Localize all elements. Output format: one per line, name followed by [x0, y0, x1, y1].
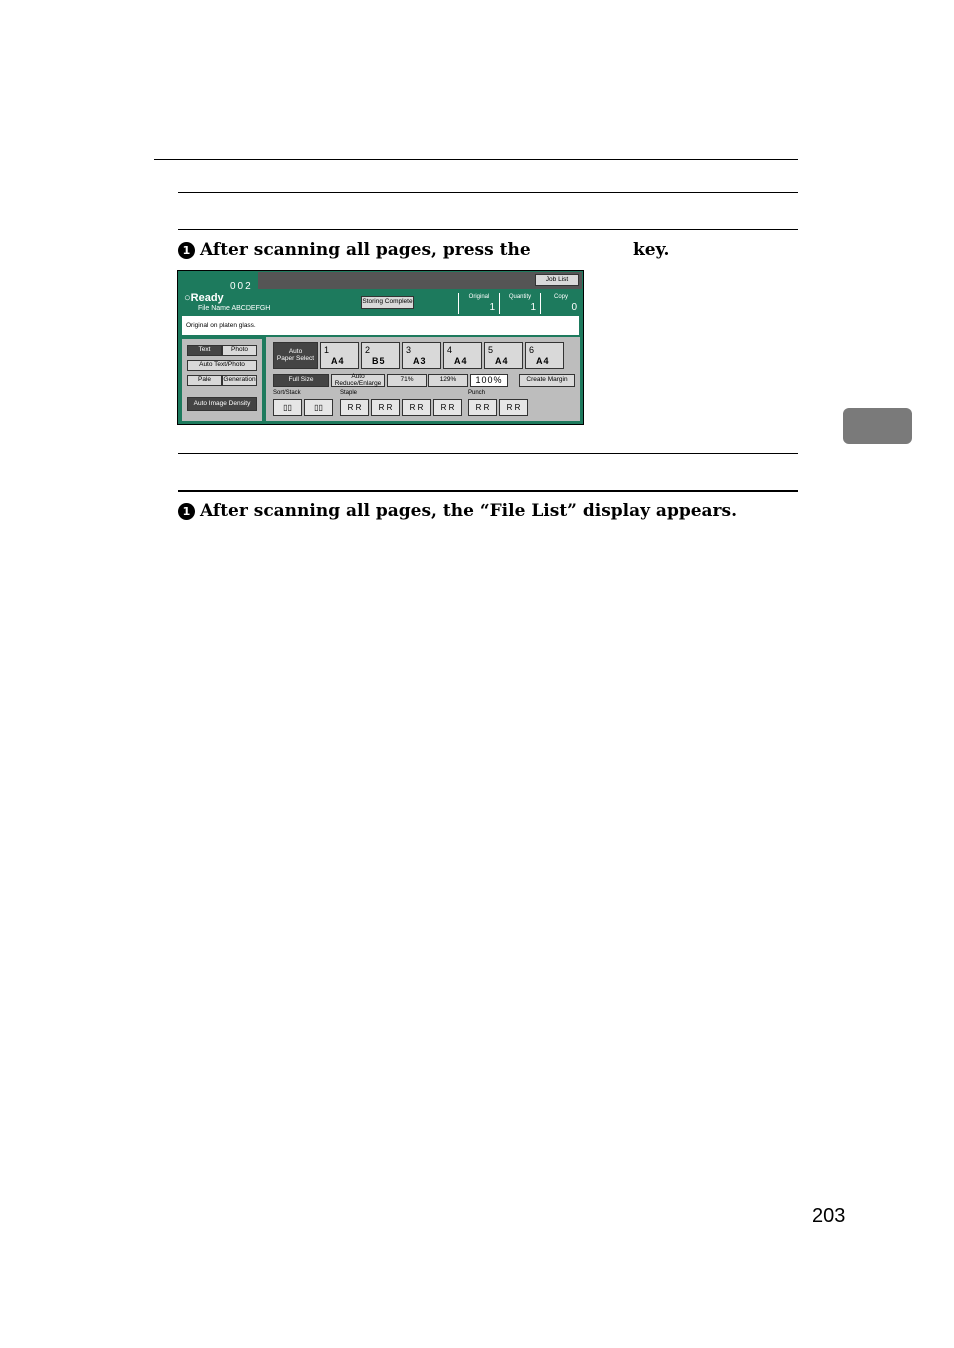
step-2-instruction: 1 After scanning all pages, the “File Li…	[178, 501, 737, 521]
paper-tray-5-button[interactable]: 5 A4	[484, 342, 523, 369]
paper-tray-3-button[interactable]: 3 A3	[402, 342, 441, 369]
header-rule	[154, 159, 798, 160]
tray-size: A4	[331, 356, 345, 366]
panel-top-bar	[258, 272, 582, 289]
step-bullet: 1	[178, 502, 195, 520]
job-list-button[interactable]: Job List	[535, 274, 579, 286]
storing-complete-button[interactable]: Storing Complete	[361, 296, 414, 309]
counter-value: 1	[530, 302, 536, 313]
paper-tray-1-button[interactable]: 1 A4	[320, 342, 359, 369]
tray-number: 3	[406, 345, 412, 355]
paper-ratio-pane: Auto Paper Select 1 A4 2 B5 3 A3 4 A4 5 …	[266, 337, 580, 421]
generation-mode-button[interactable]: Generation	[222, 375, 257, 386]
tray-size: A4	[454, 356, 468, 366]
status-ring-icon: ○	[184, 292, 191, 304]
ratio-71-button[interactable]: 71%	[387, 374, 427, 387]
copy-counter: Copy 0	[540, 293, 581, 314]
staple-icon: R R	[347, 403, 362, 412]
section-rule-1	[178, 192, 798, 193]
copier-control-panel: 002 Job List ○Ready File Name ABCDEFGH S…	[177, 270, 584, 425]
step-1-key-text: key.	[633, 240, 670, 260]
file-name: File Name ABCDEFGH	[198, 305, 271, 312]
paper-tray-4-button[interactable]: 4 A4	[443, 342, 482, 369]
auto-text-photo-button[interactable]: Auto Text/Photo	[187, 360, 257, 371]
section-rule-2	[178, 229, 798, 230]
full-size-button[interactable]: Full Size	[273, 374, 329, 387]
auto-paper-select-button[interactable]: Auto Paper Select	[273, 342, 318, 369]
original-counter: Original 1	[458, 293, 499, 314]
staple-two-top-button[interactable]: R R	[433, 399, 462, 416]
text-mode-button[interactable]: Text	[187, 345, 222, 356]
tray-number: 6	[529, 345, 535, 355]
paper-tray-6-button[interactable]: 6 A4	[525, 342, 564, 369]
step-bullet: 1	[178, 241, 195, 259]
message-bar: Original on platen glass.	[182, 316, 579, 335]
counter-label: Copy	[553, 294, 568, 300]
sort-stack-label: Sort/Stack	[273, 390, 301, 396]
status-label: Ready	[190, 292, 224, 304]
tray-number: 4	[447, 345, 453, 355]
staple-two-left-button[interactable]: R R	[402, 399, 431, 416]
counter-label: Quantity	[508, 294, 532, 300]
stack-icon: ▯▯	[314, 403, 323, 412]
punch-left-button[interactable]: R R	[468, 399, 497, 416]
paper-tray-2-button[interactable]: 2 B5	[361, 342, 400, 369]
punch-icon: R R	[506, 403, 521, 412]
pale-mode-button[interactable]: Pale	[187, 375, 222, 386]
counter-label: Original	[468, 294, 490, 300]
tray-number: 1	[324, 345, 330, 355]
stack-button[interactable]: ▯▯	[304, 399, 333, 416]
section-rule-3	[178, 453, 798, 454]
tray-size: A4	[536, 356, 550, 366]
staple-top-right-button[interactable]: R R	[371, 399, 400, 416]
staple-icon: R R	[378, 403, 393, 412]
staple-label: Staple	[340, 390, 358, 396]
step-1-text: After scanning all pages, press the	[200, 240, 531, 260]
tray-number: 5	[488, 345, 494, 355]
punch-top-button[interactable]: R R	[499, 399, 528, 416]
tray-number: 2	[365, 345, 371, 355]
counter-value: 0	[571, 302, 577, 313]
staple-top-left-button[interactable]: R R	[340, 399, 369, 416]
punch-label: Punch	[468, 390, 486, 396]
auto-paper-select-line-2: Paper Select	[276, 354, 315, 362]
photo-mode-button[interactable]: Photo	[222, 345, 257, 356]
sort-button[interactable]: ▯▯	[273, 399, 302, 416]
sort-icon: ▯▯	[283, 403, 292, 412]
status-text: ○Ready	[184, 292, 224, 304]
chapter-tab-marker	[843, 408, 912, 444]
section-rule-4	[178, 490, 798, 492]
staple-icon: R R	[440, 403, 455, 412]
job-counter: 002	[230, 281, 253, 292]
quantity-counter: Quantity 1	[499, 293, 540, 314]
ratio-129-button[interactable]: 129%	[428, 374, 468, 387]
tray-size: A3	[413, 356, 427, 366]
ratio-display: 100%	[470, 374, 508, 387]
auto-image-density-button[interactable]: Auto Image Density	[187, 397, 257, 411]
create-margin-button[interactable]: Create Margin	[519, 374, 575, 387]
punch-icon: R R	[475, 403, 490, 412]
staple-icon: R R	[409, 403, 424, 412]
image-mode-pane: Text Photo Auto Text/Photo Pale Generati…	[182, 339, 262, 421]
page-number: 203	[812, 1205, 846, 1227]
step-2-text: After scanning all pages, the “File List…	[200, 501, 738, 521]
step-1-instruction: 1 After scanning all pages, press the ke…	[178, 240, 669, 260]
tray-size: A4	[495, 356, 509, 366]
counter-value: 1	[489, 302, 495, 313]
tray-size: B5	[372, 356, 386, 366]
auto-reduce-enlarge-button[interactable]: Auto Reduce/Enlarge	[331, 373, 385, 387]
